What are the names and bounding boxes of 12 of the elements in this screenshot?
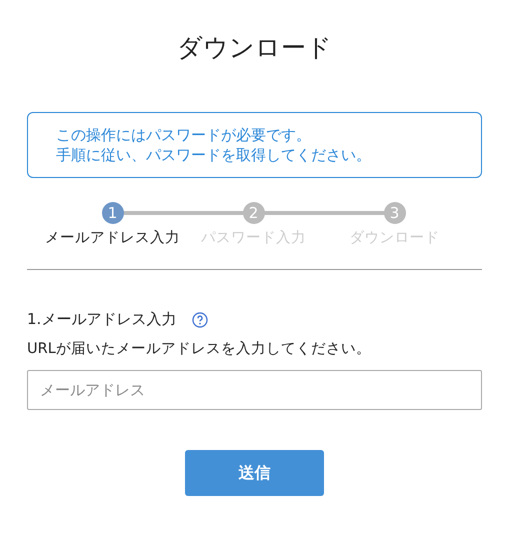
section-heading: 1.メールアドレス入力 bbox=[27, 310, 176, 329]
help-icon[interactable] bbox=[192, 312, 208, 328]
step-number: 2 bbox=[242, 202, 264, 224]
page-title: ダウンロード bbox=[176, 32, 333, 64]
step-label: メールアドレス入力 bbox=[45, 229, 180, 247]
email-field[interactable]: メールアドレス bbox=[27, 370, 482, 410]
submit-button[interactable]: 送信 bbox=[185, 450, 324, 496]
section-description: URLが届いたメールアドレスを入力してください。 bbox=[27, 340, 372, 358]
step-number: 1 bbox=[102, 202, 124, 224]
notice-text: 手順に従い、パスワードを取得してください。 bbox=[56, 145, 372, 165]
step-number: 3 bbox=[384, 202, 406, 224]
notice-text: この操作にはパスワードが必要です。 bbox=[56, 125, 312, 145]
